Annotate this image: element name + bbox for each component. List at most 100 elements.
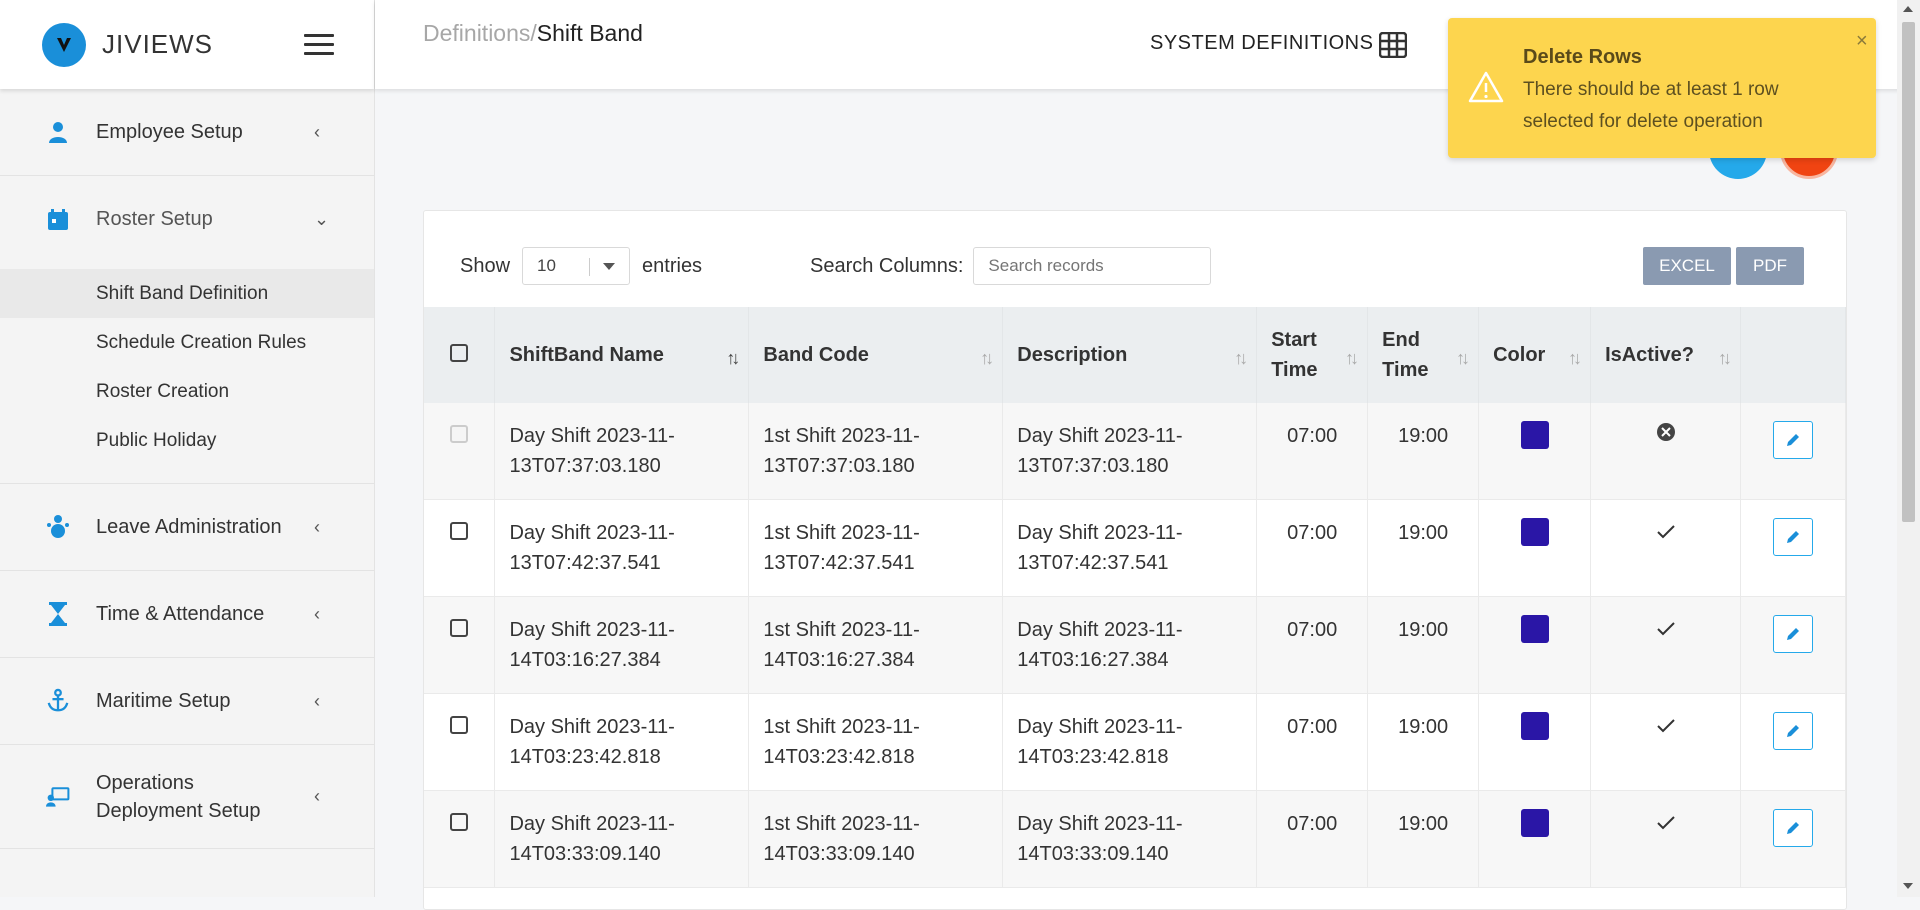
sort-icon[interactable]: ↑↓ xyxy=(1568,343,1582,373)
pencil-icon xyxy=(1787,531,1799,543)
cell-band-code: 1st Shift 2023-11-13T07:37:03.180 xyxy=(748,403,1004,500)
cell-start-time: 07:00 xyxy=(1256,693,1369,791)
shift-band-table: ShiftBand Name ↑↓ Band Code ↑↓ Description… xyxy=(424,307,1846,888)
table-row[interactable]: Day Shift 2023-11-14T03:33:09.140 1st Shi… xyxy=(424,790,1846,888)
sidebar-item-label: Maritime Setup xyxy=(96,689,231,712)
column-header-start-time[interactable]: Start Time ↑↓ xyxy=(1256,307,1369,403)
sort-icon[interactable]: ↑↓ xyxy=(980,343,994,373)
submenu-shift-band-definition[interactable]: Shift Band Definition xyxy=(0,269,374,318)
check-icon xyxy=(1656,525,1675,539)
scrollbar-thumb[interactable] xyxy=(1902,22,1915,522)
row-checkbox[interactable] xyxy=(450,619,469,637)
cell-band-code: 1st Shift 2023-11-14T03:16:27.384 xyxy=(748,596,1004,694)
roster-submenu: Shift Band Definition Schedule Creation … xyxy=(0,263,374,484)
column-label: ShiftBand Name xyxy=(509,344,664,366)
anchor-icon xyxy=(46,688,70,713)
edit-button[interactable] xyxy=(1773,809,1813,847)
row-checkbox[interactable] xyxy=(450,425,469,443)
submenu-public-holiday[interactable]: Public Holiday xyxy=(0,416,374,465)
column-label: Start Time xyxy=(1271,329,1318,381)
row-select-cell xyxy=(424,693,496,791)
entries-select[interactable]: 10 xyxy=(522,247,631,285)
row-select-cell xyxy=(424,790,496,888)
cell-start-time: 07:00 xyxy=(1256,499,1369,597)
edit-button[interactable] xyxy=(1773,615,1813,653)
toast-message: There should be at least 1 row selected … xyxy=(1523,79,1779,132)
column-header-color[interactable]: Color ↑↓ xyxy=(1478,307,1592,403)
hourglass-icon xyxy=(46,602,70,626)
cell-isactive xyxy=(1590,403,1742,500)
sort-icon[interactable]: ↑↓ xyxy=(1718,343,1732,373)
excel-export-button[interactable]: EXCEL xyxy=(1643,247,1731,285)
row-checkbox[interactable] xyxy=(450,813,469,831)
cell-end-time: 19:00 xyxy=(1367,596,1480,694)
pencil-icon xyxy=(1787,628,1799,640)
table-row[interactable]: Day Shift 2023-11-13T07:42:37.541 1st Shi… xyxy=(424,499,1846,597)
chevron-left-icon: ‹ xyxy=(314,121,320,142)
delete-rows-toast: Delete Rows There should be at least 1 r… xyxy=(1448,18,1876,158)
hamburger-menu-icon[interactable] xyxy=(304,34,334,56)
cell-start-time: 07:00 xyxy=(1256,403,1369,500)
submenu-roster-creation[interactable]: Roster Creation xyxy=(0,367,374,416)
scroll-up-icon[interactable] xyxy=(1903,6,1913,12)
sidebar-item-label: Roster Setup xyxy=(96,208,213,230)
edit-button[interactable] xyxy=(1773,518,1813,556)
row-checkbox[interactable] xyxy=(450,522,469,540)
cell-shiftband-name: Day Shift 2023-11-14T03:16:27.384 xyxy=(494,596,750,694)
cell-description: Day Shift 2023-11-14T03:23:42.818 xyxy=(1002,693,1258,791)
sort-icon[interactable]: ↑↓ xyxy=(1345,343,1359,373)
page-scrollbar[interactable] xyxy=(1897,0,1920,897)
chevron-down-icon xyxy=(603,263,616,270)
row-select-cell xyxy=(424,403,496,500)
column-header-isactive[interactable]: IsActive? ↑↓ xyxy=(1590,307,1742,403)
sort-icon[interactable]: ↑↓ xyxy=(1456,343,1470,373)
edit-button[interactable] xyxy=(1773,421,1813,459)
sidebar-item-operations-deployment-setup[interactable]: Operations Deployment Setup ‹ xyxy=(0,745,374,849)
cell-actions xyxy=(1740,403,1846,500)
table-row[interactable]: Day Shift 2023-11-14T03:23:42.818 1st Shi… xyxy=(424,693,1846,791)
breadcrumb-parent[interactable]: Definitions/ xyxy=(423,20,537,46)
cell-shiftband-name: Day Shift 2023-11-13T07:37:03.180 xyxy=(494,403,750,500)
column-label: End Time xyxy=(1382,329,1429,381)
inactive-x-icon xyxy=(1656,423,1675,441)
edit-button[interactable] xyxy=(1773,712,1813,750)
grid-icon[interactable] xyxy=(1379,32,1407,58)
cell-start-time: 07:00 xyxy=(1256,596,1369,694)
sidebar-item-employee-setup[interactable]: Employee Setup ‹ xyxy=(0,89,374,176)
cell-end-time: 19:00 xyxy=(1367,499,1480,597)
column-header-shiftband-name[interactable]: ShiftBand Name ↑↓ xyxy=(494,307,750,403)
table-row[interactable]: Day Shift 2023-11-14T03:16:27.384 1st Shi… xyxy=(424,596,1846,694)
search-input[interactable] xyxy=(973,247,1212,285)
select-all-checkbox[interactable] xyxy=(450,343,469,362)
pencil-icon xyxy=(1787,725,1799,737)
sidebar-item-leave-administration[interactable]: Leave Administration ‹ xyxy=(0,484,374,571)
color-swatch xyxy=(1520,809,1549,837)
system-definitions-label[interactable]: SYSTEM DEFINITIONS xyxy=(1150,32,1373,55)
sort-icon[interactable]: ↑↓ xyxy=(1234,343,1248,373)
cell-isactive xyxy=(1590,596,1742,694)
table-row[interactable]: Day Shift 2023-11-13T07:37:03.180 1st Shi… xyxy=(424,403,1846,500)
close-icon[interactable]: × xyxy=(1856,30,1868,53)
column-header-band-code[interactable]: Band Code ↑↓ xyxy=(748,307,1004,403)
sidebar-item-label: Leave Administration xyxy=(96,515,282,538)
entries-label: entries xyxy=(642,254,703,277)
brand-name: JIVIEWS xyxy=(102,29,214,59)
cell-shiftband-name: Day Shift 2023-11-13T07:42:37.541 xyxy=(494,499,750,597)
column-header-description[interactable]: Description ↑↓ xyxy=(1002,307,1258,403)
column-header-end-time[interactable]: End Time ↑↓ xyxy=(1367,307,1480,403)
scroll-down-icon[interactable] xyxy=(1903,883,1913,889)
pdf-export-button[interactable]: PDF xyxy=(1736,247,1804,285)
pencil-icon xyxy=(1787,822,1799,834)
column-label: Band Code xyxy=(763,344,869,366)
row-checkbox[interactable] xyxy=(450,716,469,734)
sidebar-item-maritime-setup[interactable]: Maritime Setup ‹ xyxy=(0,658,374,745)
check-icon xyxy=(1656,816,1675,830)
cell-end-time: 19:00 xyxy=(1367,693,1480,791)
sort-icon[interactable]: ↑↓ xyxy=(726,343,740,373)
cell-isactive xyxy=(1590,790,1742,888)
submenu-schedule-creation-rules[interactable]: Schedule Creation Rules xyxy=(0,318,374,367)
chevron-left-icon: ‹ xyxy=(314,603,320,624)
sidebar-item-roster-setup[interactable]: Roster Setup ⌄ xyxy=(0,176,374,263)
sidebar-item-time-attendance[interactable]: Time & Attendance ‹ xyxy=(0,571,374,658)
cell-end-time: 19:00 xyxy=(1367,790,1480,888)
